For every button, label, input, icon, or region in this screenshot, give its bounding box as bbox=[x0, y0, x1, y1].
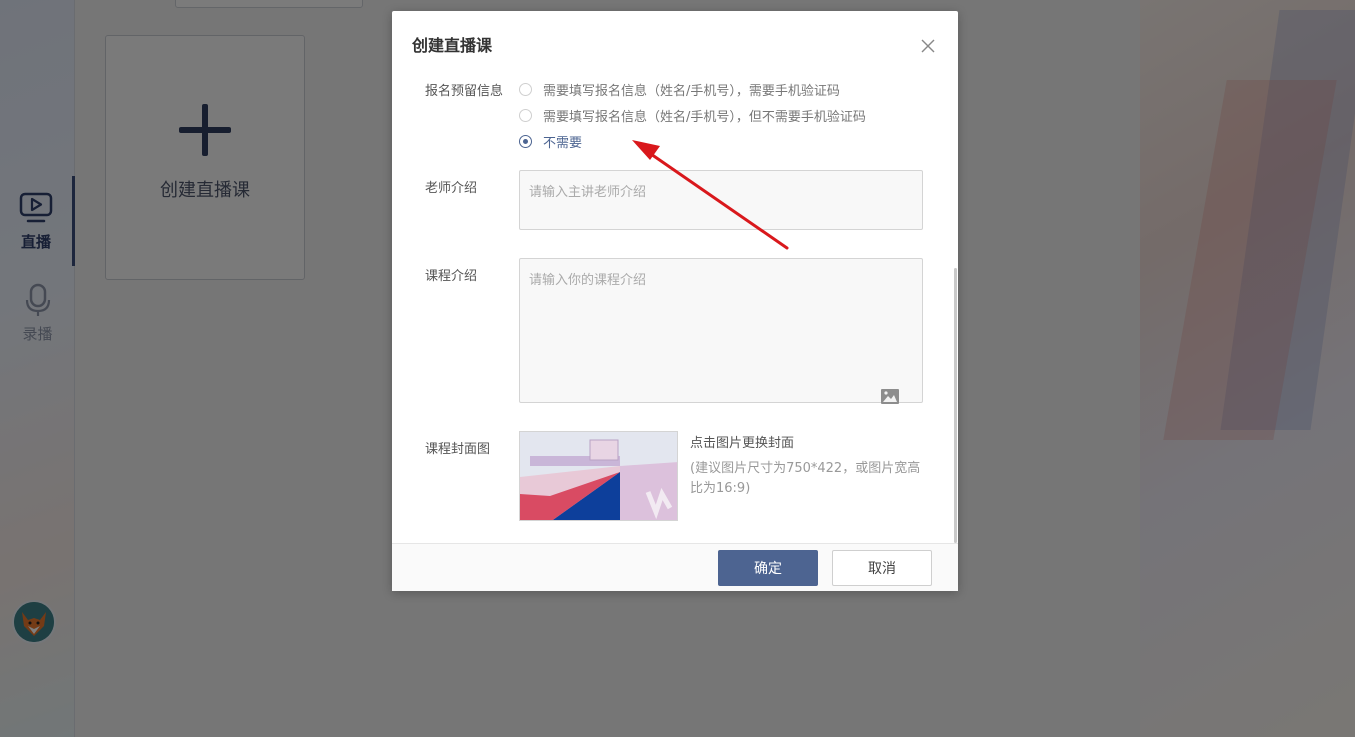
cover-image-artwork bbox=[520, 432, 677, 520]
registration-option-with-code[interactable]: 需要填写报名信息（姓名/手机号），需要手机验证码 bbox=[519, 80, 840, 99]
cover-size-hint: (建议图片尺寸为750*422，或图片宽高比为16:9) bbox=[690, 461, 921, 496]
close-icon[interactable] bbox=[920, 38, 936, 54]
course-intro-label: 课程介绍 bbox=[425, 269, 478, 284]
dialog-title: 创建直播课 bbox=[412, 36, 493, 55]
dialog-scrollbar-thumb[interactable] bbox=[954, 268, 957, 543]
cover-image[interactable] bbox=[519, 431, 678, 521]
teacher-intro-field[interactable] bbox=[519, 170, 923, 230]
teacher-intro-label: 老师介绍 bbox=[425, 181, 478, 196]
radio-button[interactable] bbox=[519, 135, 532, 148]
change-cover-link[interactable]: 点击图片更换封面 bbox=[690, 432, 794, 451]
radio-label: 需要填写报名信息（姓名/手机号），需要手机验证码 bbox=[543, 84, 840, 99]
cancel-button[interactable]: 取消 bbox=[832, 550, 932, 586]
dialog-footer: 确定 取消 bbox=[392, 543, 958, 591]
course-intro-field[interactable] bbox=[519, 258, 923, 403]
registration-label: 报名预留信息 bbox=[425, 84, 504, 99]
radio-label: 不需要 bbox=[543, 136, 583, 151]
radio-label: 需要填写报名信息（姓名/手机号），但不需要手机验证码 bbox=[543, 110, 866, 125]
registration-option-none[interactable]: 不需要 bbox=[519, 132, 582, 151]
create-live-course-dialog: 创建直播课 报名预留信息 需要填写报名信息（姓名/手机号），需要手机验证码 需要… bbox=[392, 11, 958, 591]
radio-button[interactable] bbox=[519, 83, 532, 96]
radio-button[interactable] bbox=[519, 109, 532, 122]
image-icon[interactable] bbox=[881, 389, 899, 404]
confirm-button[interactable]: 确定 bbox=[718, 550, 818, 586]
registration-option-without-code[interactable]: 需要填写报名信息（姓名/手机号），但不需要手机验证码 bbox=[519, 106, 866, 125]
dialog-body: 报名预留信息 需要填写报名信息（姓名/手机号），需要手机验证码 需要填写报名信息… bbox=[392, 73, 958, 543]
cover-label: 课程封面图 bbox=[425, 442, 491, 457]
